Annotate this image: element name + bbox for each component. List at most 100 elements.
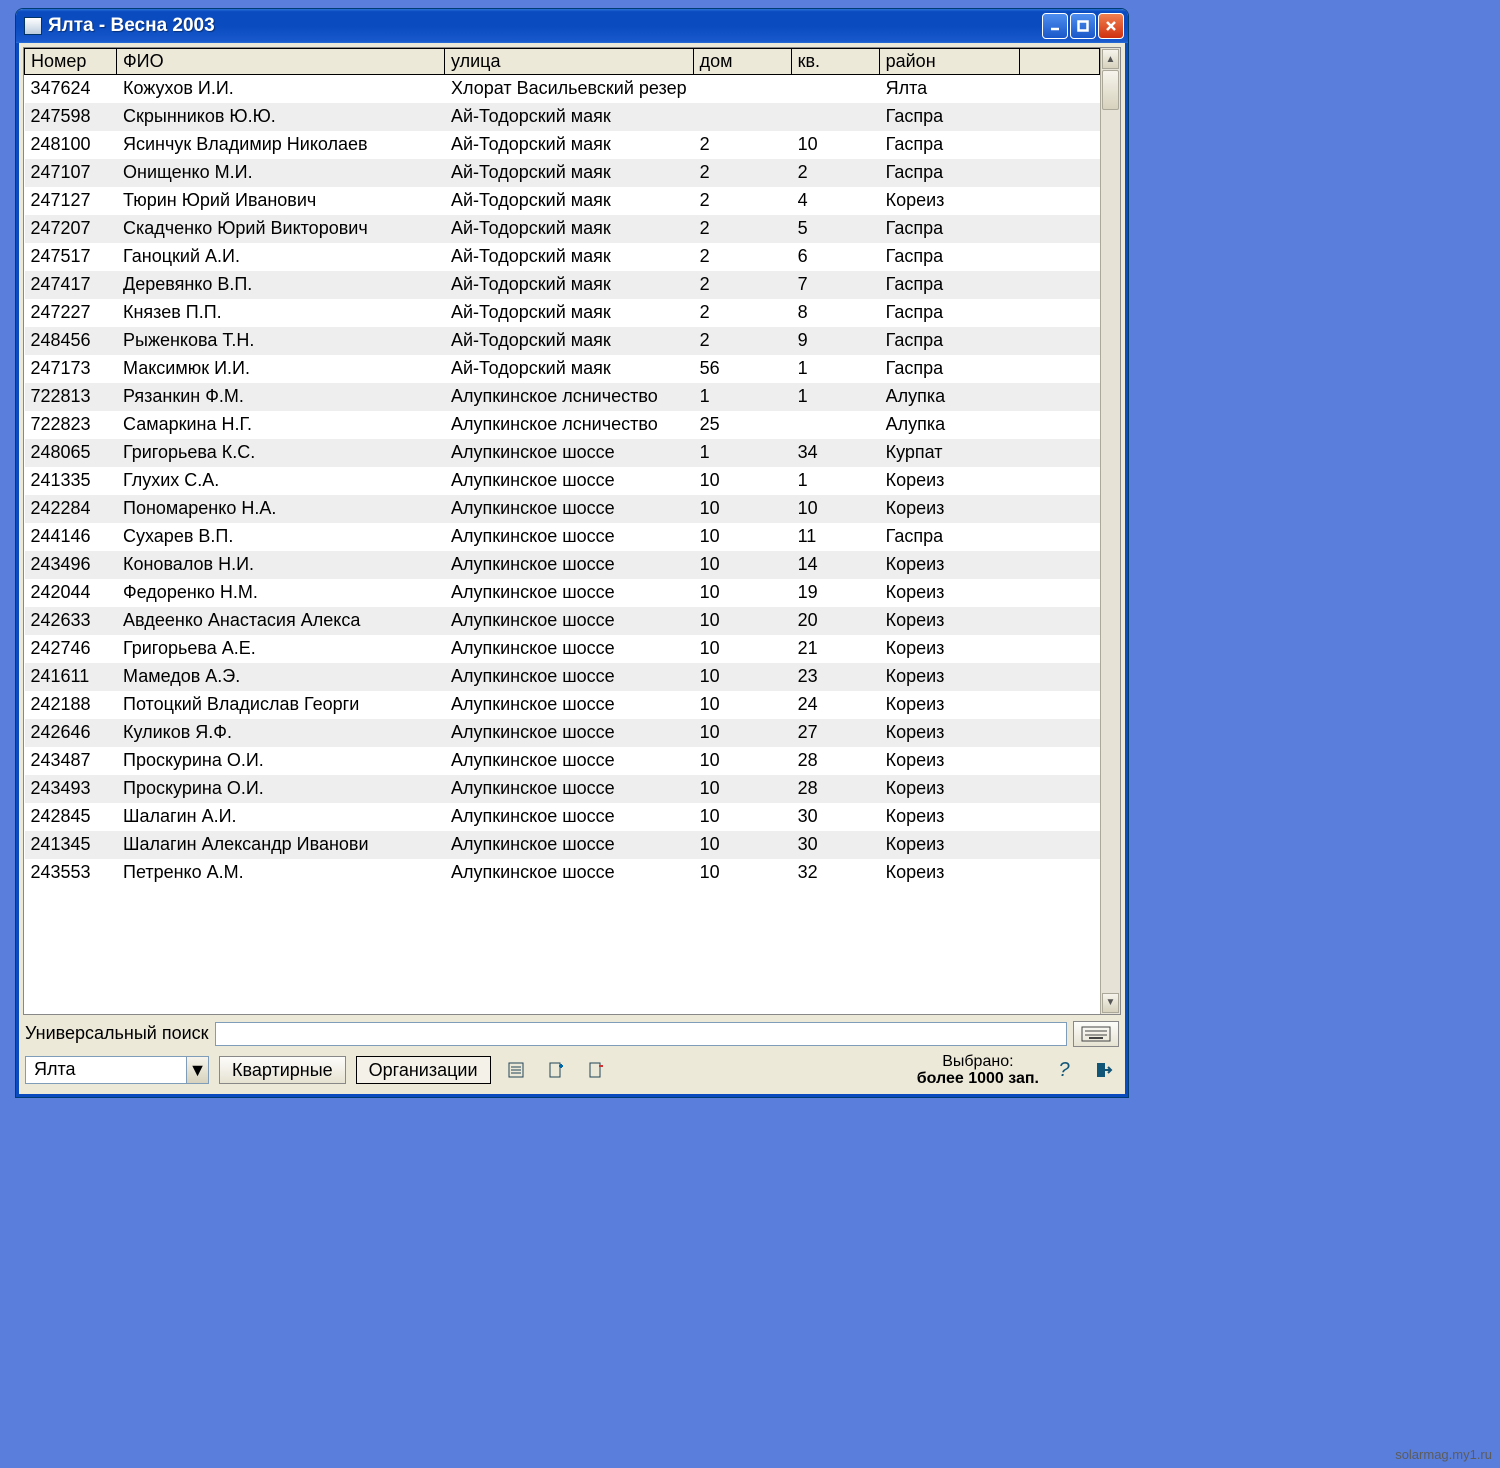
table-row[interactable]: 241345Шалагин Александр ИвановиАлупкинск… (25, 831, 1100, 859)
exit-icon (1095, 1061, 1113, 1079)
cell-apt: 9 (791, 327, 879, 355)
col-header-number[interactable]: Номер (25, 49, 117, 75)
table-row[interactable]: 722813Рязанкин Ф.М.Алупкинское лсничеств… (25, 383, 1100, 411)
table-row[interactable]: 247417Деревянко В.П.Ай-Тодорский маяк27Г… (25, 271, 1100, 299)
cell-num: 247227 (25, 299, 117, 327)
scroll-track[interactable] (1101, 70, 1120, 992)
cell-house: 10 (693, 635, 791, 663)
cell-apt: 5 (791, 215, 879, 243)
table-row[interactable]: 247127Тюрин Юрий ИвановичАй-Тодорский ма… (25, 187, 1100, 215)
col-header-house[interactable]: дом (693, 49, 791, 75)
titlebar[interactable]: Ялта - Весна 2003 (16, 9, 1128, 43)
table-row[interactable]: 242646Куликов Я.Ф.Алупкинское шоссе1027К… (25, 719, 1100, 747)
table-row[interactable]: 247173Максимюк И.И.Ай-Тодорский маяк561Г… (25, 355, 1100, 383)
add-record-button[interactable] (541, 1056, 571, 1084)
col-header-street[interactable]: улица (445, 49, 694, 75)
col-header-fio[interactable]: ФИО (117, 49, 445, 75)
delete-record-button[interactable] (581, 1056, 611, 1084)
table-header-row: Номер ФИО улица дом кв. район (25, 49, 1100, 75)
close-button[interactable] (1098, 13, 1124, 39)
table-row[interactable]: 242044Федоренко Н.М.Алупкинское шоссе101… (25, 579, 1100, 607)
cell-house: 2 (693, 131, 791, 159)
cell-apt: 23 (791, 663, 879, 691)
cell-street: Алупкинское шоссе (445, 747, 694, 775)
cell-street: Ай-Тодорский маяк (445, 299, 694, 327)
table-row[interactable]: 243553Петренко А.М.Алупкинское шоссе1032… (25, 859, 1100, 887)
cell-num: 243487 (25, 747, 117, 775)
cell-apt (791, 103, 879, 131)
table-row[interactable]: 248065Григорьева К.С.Алупкинское шоссе13… (25, 439, 1100, 467)
cell-dist: Гаспра (879, 103, 1019, 131)
table-row[interactable]: 242188Потоцкий Владислав ГеоргиАлупкинск… (25, 691, 1100, 719)
cell-street: Алупкинское шоссе (445, 691, 694, 719)
col-header-district[interactable]: район (879, 49, 1019, 75)
table-row[interactable]: 242845Шалагин А.И.Алупкинское шоссе1030К… (25, 803, 1100, 831)
table-row[interactable]: 248100Ясинчук Владимир НиколаевАй-Тодорс… (25, 131, 1100, 159)
cell-house: 25 (693, 411, 791, 439)
cell-street: Алупкинское шоссе (445, 775, 694, 803)
cell-dist: Гаспра (879, 299, 1019, 327)
cell-street: Алупкинское шоссе (445, 439, 694, 467)
cell-fio: Деревянко В.П. (117, 271, 445, 299)
cell-street: Алупкинское шоссе (445, 803, 694, 831)
list-view-button[interactable] (501, 1056, 531, 1084)
search-input[interactable] (215, 1022, 1067, 1046)
chevron-down-icon[interactable]: ▼ (186, 1057, 208, 1083)
scroll-thumb[interactable] (1102, 70, 1119, 110)
cell-street: Алупкинское шоссе (445, 831, 694, 859)
cell-apt: 10 (791, 495, 879, 523)
scroll-up-arrow-icon[interactable]: ▲ (1102, 49, 1119, 69)
help-button[interactable]: ? (1049, 1056, 1079, 1084)
col-header-apt[interactable]: кв. (791, 49, 879, 75)
vertical-scrollbar[interactable]: ▲ ▼ (1100, 48, 1120, 1014)
cell-fio: Князев П.П. (117, 299, 445, 327)
table-row[interactable]: 241611Мамедов А.Э.Алупкинское шоссе1023К… (25, 663, 1100, 691)
cell-house: 2 (693, 327, 791, 355)
table-row[interactable]: 243493Проскурина О.И.Алупкинское шоссе10… (25, 775, 1100, 803)
cell-fio: Максимюк И.И. (117, 355, 445, 383)
table-row[interactable]: 243487Проскурина О.И.Алупкинское шоссе10… (25, 747, 1100, 775)
table-row[interactable]: 248456Рыженкова Т.Н.Ай-Тодорский маяк29Г… (25, 327, 1100, 355)
keyboard-button[interactable] (1073, 1021, 1119, 1047)
cell-dist: Гаспра (879, 523, 1019, 551)
cell-dist: Кореиз (879, 635, 1019, 663)
table-row[interactable]: 244146Сухарев В.П.Алупкинское шоссе1011Г… (25, 523, 1100, 551)
cell-apt: 20 (791, 607, 879, 635)
cell-num: 248456 (25, 327, 117, 355)
table-row[interactable]: 722823Самаркина Н.Г.Алупкинское лсничест… (25, 411, 1100, 439)
cell-house: 1 (693, 383, 791, 411)
cell-num: 248065 (25, 439, 117, 467)
cell-house: 2 (693, 299, 791, 327)
table-row[interactable]: 247107Онищенко М.И.Ай-Тодорский маяк22Га… (25, 159, 1100, 187)
table-row[interactable]: 347624Кожухов И.И. Хлорат Васильевский р… (25, 75, 1100, 103)
exit-button[interactable] (1089, 1056, 1119, 1084)
cell-num: 722823 (25, 411, 117, 439)
help-icon: ? (1058, 1059, 1069, 1082)
organizations-button[interactable]: Организации (356, 1056, 491, 1084)
apartments-button[interactable]: Квартирные (219, 1056, 346, 1084)
scroll-down-arrow-icon[interactable]: ▼ (1102, 993, 1119, 1013)
table-row[interactable]: 242746Григорьева А.Е.Алупкинское шоссе10… (25, 635, 1100, 663)
window-title: Ялта - Весна 2003 (48, 15, 1040, 37)
cell-dist: Кореиз (879, 775, 1019, 803)
table-row[interactable]: 242633Авдеенко Анастасия АлексаАлупкинск… (25, 607, 1100, 635)
cell-house: 10 (693, 523, 791, 551)
table-row[interactable]: 241335Глухих С.А.Алупкинское шоссе101Кор… (25, 467, 1100, 495)
table-row[interactable]: 247598Скрынников Ю.Ю.Ай-Тодорский маякГа… (25, 103, 1100, 131)
search-label: Универсальный поиск (25, 1023, 209, 1044)
table-row[interactable]: 247517Ганоцкий А.И.Ай-Тодорский маяк26Га… (25, 243, 1100, 271)
cell-street: Алупкинское шоссе (445, 859, 694, 887)
cell-dist: Кореиз (879, 663, 1019, 691)
table-row[interactable]: 247207Скадченко Юрий ВикторовичАй-Тодорс… (25, 215, 1100, 243)
city-combo[interactable]: Ялта ▼ (25, 1056, 209, 1084)
cell-street: Алупкинское шоссе (445, 495, 694, 523)
maximize-button[interactable] (1070, 13, 1096, 39)
city-combo-value: Ялта (26, 1057, 186, 1083)
table-row[interactable]: 247227Князев П.П.Ай-Тодорский маяк28Гасп… (25, 299, 1100, 327)
cell-street: Алупкинское шоссе (445, 607, 694, 635)
minimize-button[interactable] (1042, 13, 1068, 39)
table-row[interactable]: 242284Пономаренко Н.А.Алупкинское шоссе1… (25, 495, 1100, 523)
cell-apt: 14 (791, 551, 879, 579)
cell-dist: Гаспра (879, 327, 1019, 355)
table-row[interactable]: 243496Коновалов Н.И.Алупкинское шоссе101… (25, 551, 1100, 579)
